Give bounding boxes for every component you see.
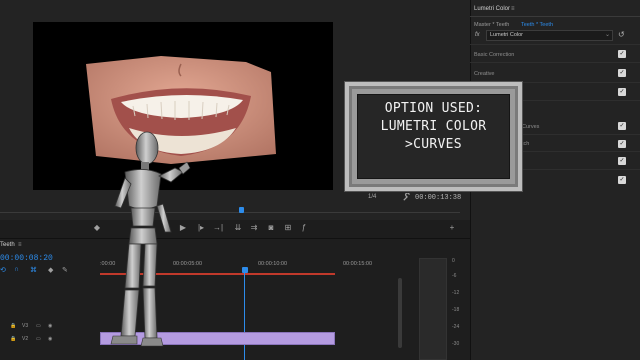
section-checkbox[interactable]: ✓ — [618, 50, 626, 58]
camera-icon[interactable]: ◙ — [265, 222, 277, 234]
button-editor-icon[interactable]: ⊞ — [282, 222, 294, 234]
section-creative[interactable]: Creative — [474, 71, 494, 77]
audio-meter-bar — [419, 258, 447, 360]
db-label: -30 — [452, 341, 460, 347]
ruler-tick-label: 00:00:15:00 — [343, 261, 373, 267]
sync-lock-icon[interactable]: ▭ — [36, 336, 41, 342]
section-checkbox[interactable]: ✓ — [618, 122, 626, 130]
add-button-icon[interactable]: + — [446, 222, 458, 234]
lumetri-tab[interactable]: Lumetri Color — [474, 6, 510, 12]
robot-figure-overlay — [110, 131, 191, 347]
step-forward-icon[interactable]: |▸ — [195, 222, 207, 234]
add-marker-icon[interactable]: ◆ — [48, 266, 53, 274]
panel-menu-icon[interactable]: ≡ — [18, 242, 22, 248]
sync-lock-icon[interactable]: ▭ — [36, 323, 41, 329]
section-checkbox[interactable]: ✓ — [618, 176, 626, 184]
monitor-scrub-track[interactable] — [0, 212, 460, 213]
chalkboard-line: OPTION USED: — [384, 101, 483, 116]
monitor-playhead[interactable] — [239, 207, 244, 213]
resolution-select[interactable]: 1/4 — [368, 194, 376, 200]
section-color-match[interactable]: tch — [522, 141, 529, 147]
db-label: -18 — [452, 307, 460, 313]
sequence-clip-label[interactable]: Teeth * Teeth — [521, 22, 553, 28]
db-label: -6 — [452, 273, 457, 279]
section-divider — [470, 62, 640, 63]
db-label: -24 — [452, 324, 460, 330]
sequence-timecode[interactable]: 00:00:08:20 — [0, 254, 53, 263]
chevron-down-icon[interactable]: ⌄ — [605, 31, 610, 38]
master-clip-label[interactable]: Master * Teeth — [474, 22, 509, 28]
fx-icon[interactable]: ƒ — [298, 222, 310, 234]
section-basic-correction[interactable]: Basic Correction — [474, 52, 514, 58]
ruler-tick-label: 00:00:10:00 — [258, 261, 288, 267]
timeline-scrollbar[interactable] — [398, 278, 402, 348]
nest-icon[interactable]: ⟲ — [0, 266, 6, 274]
section-checkbox[interactable]: ✓ — [618, 88, 626, 96]
section-checkbox[interactable]: ✓ — [618, 157, 626, 165]
fx-label: fx — [475, 32, 480, 38]
effect-dropdown-label: Lumetri Color — [490, 32, 524, 38]
chalkboard-line: LUMETRI COLOR — [380, 119, 487, 134]
section-divider — [470, 44, 640, 45]
wrench-icon[interactable]: ✎ — [62, 266, 68, 274]
db-label: 0 — [452, 258, 455, 264]
reset-icon[interactable]: ↺ — [618, 30, 625, 39]
lock-icon[interactable]: 🔒 — [10, 336, 16, 342]
overwrite-icon[interactable]: ⇉ — [248, 222, 260, 234]
timeline-playhead[interactable] — [242, 267, 248, 273]
snap-icon[interactable]: ∩ — [14, 266, 19, 273]
eye-icon[interactable]: ◉ — [48, 323, 52, 329]
monitor-controls-bar — [0, 190, 470, 206]
chalkboard-line: >CURVES — [405, 137, 462, 152]
linked-selection-icon[interactable]: ⌘ — [30, 266, 37, 274]
panel-menu-icon[interactable]: ≡ — [511, 6, 515, 12]
tab-divider — [470, 16, 640, 17]
sequence-tab[interactable]: Teeth — [0, 242, 15, 248]
clip-duration-timecode: 00:00:13:38 — [415, 194, 462, 202]
go-to-out-icon[interactable]: →| — [212, 222, 224, 234]
insert-icon[interactable]: ⇊ — [232, 222, 244, 234]
section-checkbox[interactable]: ✓ — [618, 140, 626, 148]
track-label-v3[interactable]: V3 — [22, 323, 28, 329]
wrench-icon[interactable] — [402, 193, 411, 202]
eye-icon[interactable]: ◉ — [48, 336, 52, 342]
section-curves[interactable]: Curves — [522, 124, 539, 130]
track-label-v2[interactable]: V2 — [22, 336, 28, 342]
lock-icon[interactable]: 🔒 — [10, 323, 16, 329]
section-checkbox[interactable]: ✓ — [618, 69, 626, 77]
chalkboard-text: OPTION USED: LUMETRI COLOR >CURVES — [357, 100, 510, 154]
db-label: -12 — [452, 290, 460, 296]
timeline-playhead-line — [244, 273, 245, 360]
track-headers — [0, 276, 100, 360]
